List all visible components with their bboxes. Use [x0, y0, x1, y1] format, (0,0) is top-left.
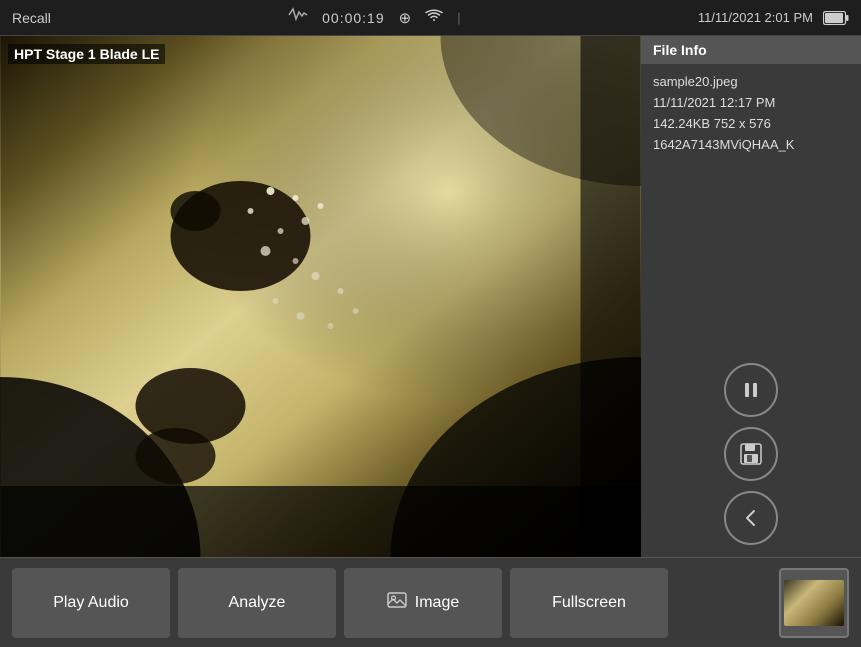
file-info-filename: sample20.jpeg — [653, 74, 794, 89]
right-panel: File Info sample20.jpeg 11/11/2021 12:17… — [641, 36, 861, 557]
image-icon — [387, 590, 407, 615]
thumbnail-button[interactable] — [779, 568, 849, 638]
activity-icon — [288, 5, 308, 30]
analyze-button[interactable]: Analyze — [178, 568, 336, 638]
file-info-header: File Info — [641, 36, 861, 64]
analyze-label: Analyze — [229, 594, 286, 612]
fullscreen-button[interactable]: Fullscreen — [510, 568, 668, 638]
bluetooth-icon: ⊕ — [399, 9, 412, 27]
top-bar-center: 00:00:19 ⊕ | — [288, 5, 460, 30]
control-buttons — [641, 351, 861, 557]
file-info-hash: 1642A7143MViQHAA_K — [653, 137, 794, 152]
image-button[interactable]: Image — [344, 568, 502, 638]
file-info-size-res: 142.24KB 752 x 576 — [653, 116, 794, 131]
thumbnail-image — [784, 580, 844, 626]
main-area: HPT Stage 1 Blade LE — [0, 36, 861, 557]
save-button[interactable] — [724, 427, 778, 481]
file-info-body: sample20.jpeg 11/11/2021 12:17 PM 142.24… — [641, 64, 806, 162]
save-icon — [740, 443, 762, 465]
pause-icon — [741, 380, 761, 400]
image-label: Image — [415, 594, 459, 612]
file-info-datetime: 11/11/2021 12:17 PM — [653, 95, 794, 110]
play-audio-button[interactable]: Play Audio — [12, 568, 170, 638]
bottom-bar: Play Audio Analyze Image Fullscreen — [0, 557, 861, 647]
video-panel: HPT Stage 1 Blade LE — [0, 36, 641, 557]
pause-button[interactable] — [724, 363, 778, 417]
video-label: HPT Stage 1 Blade LE — [8, 44, 165, 64]
battery-icon — [823, 11, 849, 25]
wifi-icon — [425, 9, 443, 27]
blade-image — [0, 36, 641, 557]
top-bar: Recall 00:00:19 ⊕ | 11/11/2021 2:01 PM — [0, 0, 861, 36]
divider: | — [457, 10, 460, 25]
app-title: Recall — [12, 10, 51, 26]
timer: 00:00:19 — [322, 10, 385, 26]
back-button[interactable] — [724, 491, 778, 545]
play-audio-label: Play Audio — [53, 594, 129, 612]
fullscreen-label: Fullscreen — [552, 594, 626, 612]
datetime: 11/11/2021 2:01 PM — [698, 10, 813, 25]
back-icon — [740, 507, 762, 529]
top-bar-right: 11/11/2021 2:01 PM — [698, 10, 849, 25]
